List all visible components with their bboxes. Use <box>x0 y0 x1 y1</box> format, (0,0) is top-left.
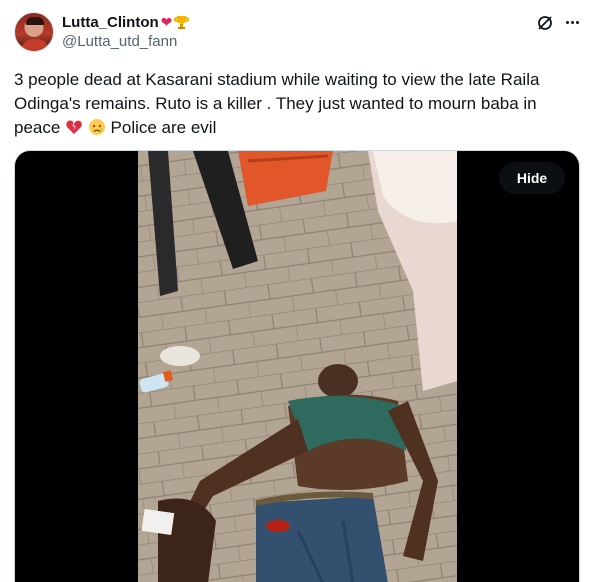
avatar-cap-shape <box>26 17 44 25</box>
photo-illustration <box>138 151 457 582</box>
tweet-text-tail: Police are evil <box>110 118 217 137</box>
sad-relieved-face-icon <box>88 118 106 136</box>
avatar-body-shape <box>21 39 49 51</box>
author-name-row[interactable]: Lutta_Clinton ❤ <box>62 12 190 32</box>
author-avatar[interactable] <box>14 12 54 52</box>
trophy-icon <box>174 15 190 30</box>
more-options-icon[interactable] <box>562 12 582 32</box>
tweet-card: Lutta_Clinton ❤ @Lutta_utd_fann 3 people… <box>0 0 598 582</box>
tweet-media[interactable]: Hide <box>14 150 580 582</box>
broken-heart-icon <box>65 118 83 136</box>
author-handle[interactable]: @Lutta_utd_fann <box>62 33 177 50</box>
media-photo[interactable] <box>138 151 457 582</box>
author-display-name[interactable]: Lutta_Clinton <box>62 14 159 31</box>
tweet-text: 3 people dead at Kasarani stadium while … <box>14 68 584 140</box>
hide-media-button[interactable]: Hide <box>499 162 565 194</box>
grok-icon[interactable] <box>536 14 554 32</box>
red-heart-icon: ❤ <box>160 14 173 30</box>
